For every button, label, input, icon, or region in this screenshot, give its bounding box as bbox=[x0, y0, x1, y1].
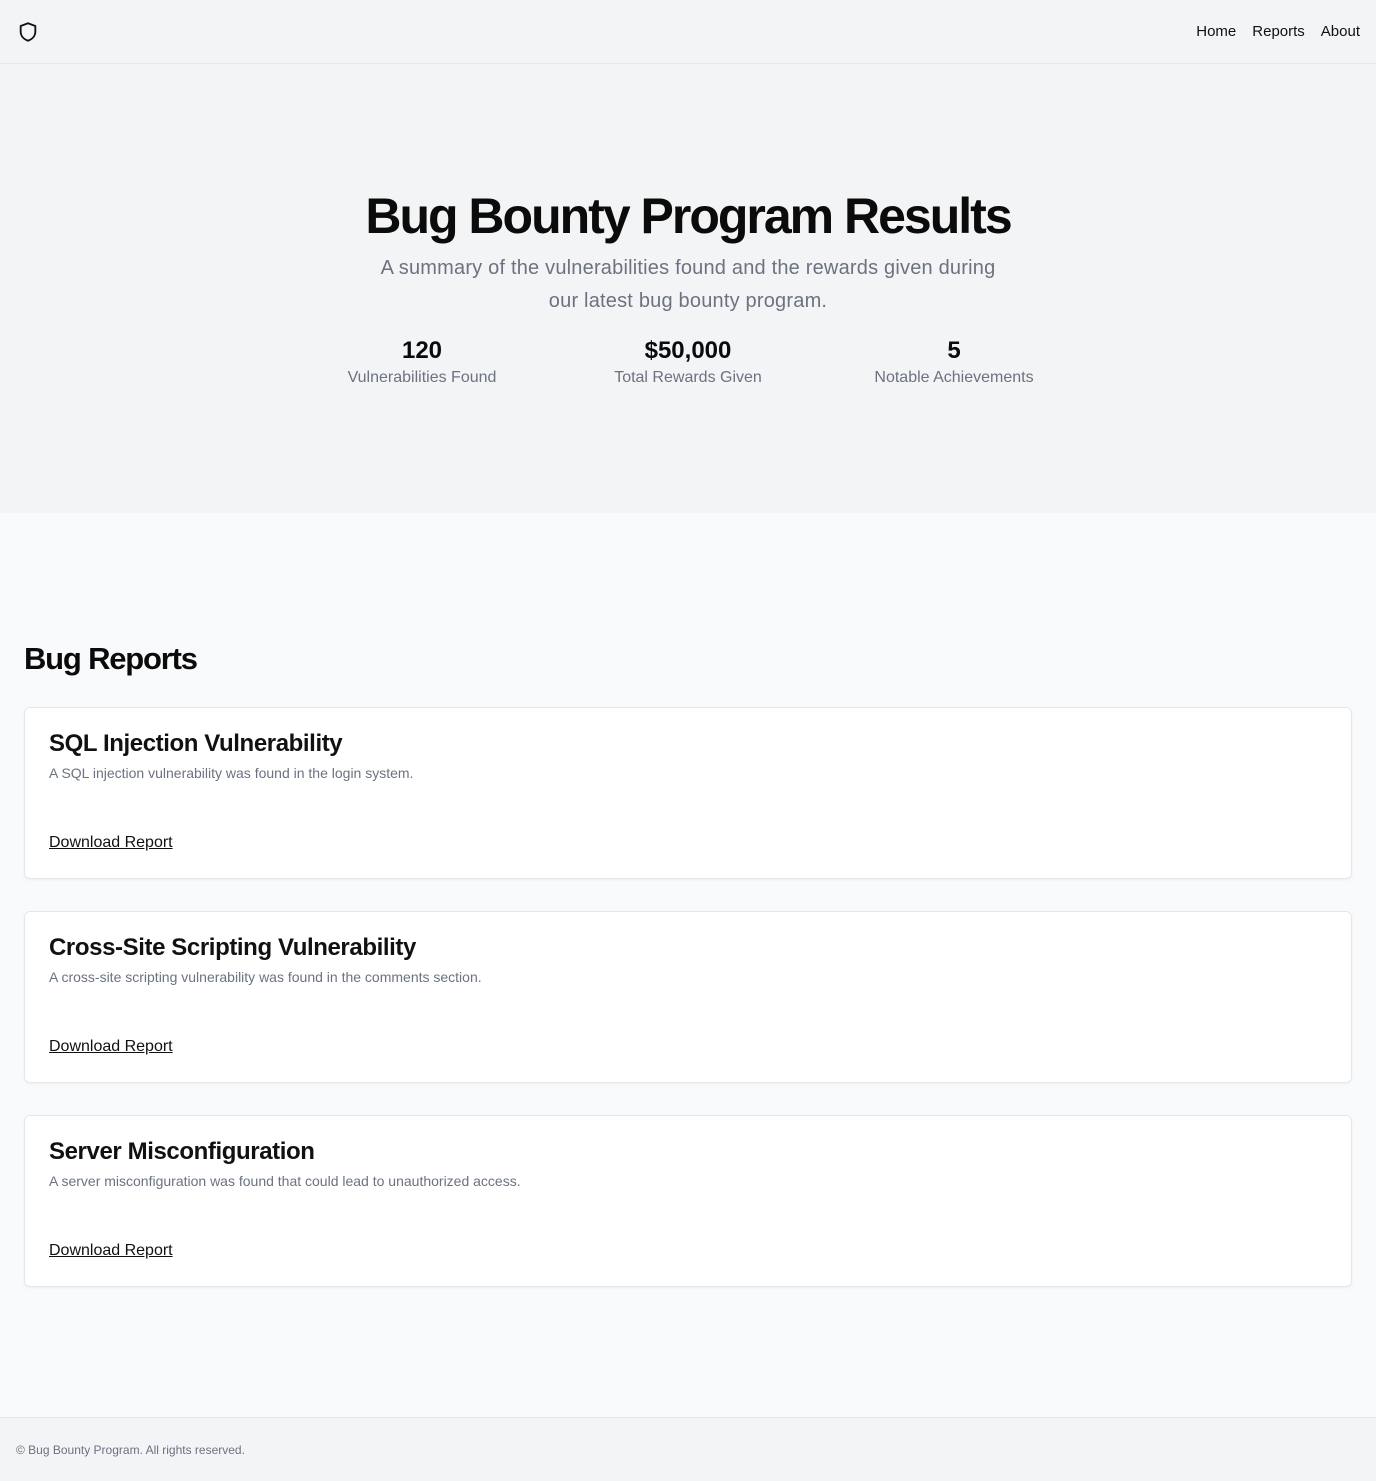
copyright-text: © Bug Bounty Program. All rights reserve… bbox=[16, 1442, 245, 1457]
nav-reports-link[interactable]: Reports bbox=[1252, 23, 1305, 40]
stat-label: Notable Achievements bbox=[874, 369, 1034, 386]
report-card: SQL Injection Vulnerability A SQL inject… bbox=[24, 707, 1352, 879]
report-description: A SQL injection vulnerability was found … bbox=[49, 765, 414, 781]
logo-link[interactable] bbox=[16, 20, 40, 44]
main-nav: Home Reports About bbox=[1196, 23, 1360, 40]
site-footer: © Bug Bounty Program. All rights reserve… bbox=[0, 1417, 1376, 1481]
stat-value: $50,000 bbox=[644, 337, 732, 364]
reports-section: Bug Reports SQL Injection Vulnerability … bbox=[0, 513, 1376, 1417]
nav-home-link[interactable]: Home bbox=[1196, 23, 1236, 40]
report-description: A cross-site scripting vulnerability was… bbox=[49, 969, 482, 985]
download-report-link[interactable]: Download Report bbox=[49, 1242, 173, 1260]
stat-vulnerabilities: 120 Vulnerabilities Found bbox=[289, 336, 555, 388]
site-header: Home Reports About bbox=[0, 0, 1376, 64]
download-report-link[interactable]: Download Report bbox=[49, 834, 173, 852]
nav-about-link[interactable]: About bbox=[1321, 23, 1360, 40]
report-card: Server Misconfiguration A server misconf… bbox=[24, 1115, 1352, 1287]
report-description: A server misconfiguration was found that… bbox=[49, 1173, 521, 1189]
report-title: Server Misconfiguration bbox=[49, 1138, 315, 1165]
stat-achievements: 5 Notable Achievements bbox=[821, 336, 1087, 388]
shield-icon bbox=[19, 21, 37, 42]
page: Home Reports About Bug Bounty Program Re… bbox=[0, 0, 1376, 1481]
report-title: SQL Injection Vulnerability bbox=[49, 730, 343, 757]
report-card: Cross-Site Scripting Vulnerability A cro… bbox=[24, 911, 1352, 1083]
hero-section: Bug Bounty Program Results A summary of … bbox=[0, 64, 1376, 513]
stat-label: Total Rewards Given bbox=[614, 369, 762, 386]
stat-value: 120 bbox=[401, 337, 443, 364]
download-report-link[interactable]: Download Report bbox=[49, 1038, 173, 1056]
stat-label: Vulnerabilities Found bbox=[347, 369, 497, 386]
hero-title: Bug Bounty Program Results bbox=[365, 188, 1012, 244]
report-title: Cross-Site Scripting Vulnerability bbox=[49, 934, 416, 961]
stats-row: 120 Vulnerabilities Found $50,000 Total … bbox=[288, 336, 1088, 388]
hero-subtitle: A summary of the vulnerabilities found a… bbox=[380, 257, 996, 312]
stat-value: 5 bbox=[947, 337, 961, 364]
reports-title: Bug Reports bbox=[24, 641, 198, 676]
stat-rewards: $50,000 Total Rewards Given bbox=[555, 336, 821, 388]
